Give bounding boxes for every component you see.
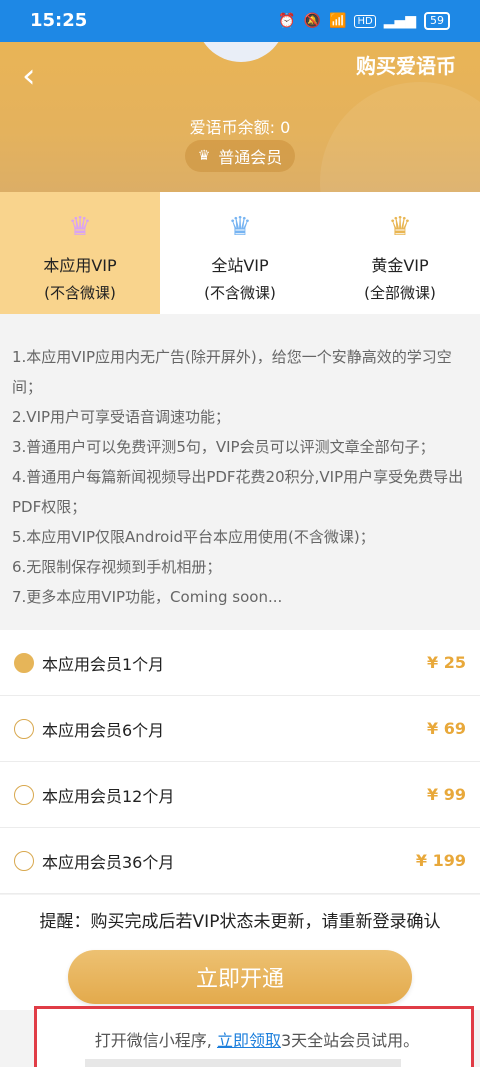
tab-title: 黄金VIP — [371, 256, 429, 275]
crown-pink-icon: ♛ — [68, 212, 92, 242]
plan-name: 本应用会员6个月 — [42, 720, 165, 740]
benefit-item: 4.普通用户每篇新闻视频导出PDF花费20积分,VIP用户享受免费导出PDF权限… — [12, 468, 464, 516]
signal-icon: ▂▄▆ — [383, 13, 416, 29]
tab-gold-vip[interactable]: ♛ 黄金VIP (全部微课) — [320, 192, 480, 314]
status-time: 15:25 — [30, 10, 88, 31]
status-bar: 15:25 ⏰ 🔕 📶 HD ▂▄▆ 59 — [0, 0, 480, 42]
plan-name: 本应用会员12个月 — [42, 786, 175, 806]
tab-site-vip[interactable]: ♛ 全站VIP (不含微课) — [160, 192, 320, 314]
vip-benefits: 1.本应用VIP应用内无广告(除开屏外)，给您一个安静高效的学习空间； 2.VI… — [0, 314, 480, 626]
battery-icon: 59 — [424, 12, 450, 30]
plan-price: ¥ 25 — [427, 653, 466, 672]
tab-subtitle: (不含微课) — [204, 284, 276, 302]
crown-icon: ♛ — [197, 148, 211, 164]
radio-unchecked-icon[interactable] — [14, 718, 34, 739]
bottom-bar — [85, 1059, 401, 1067]
trial-highlight-box: 打开微信小程序, 立即领取3天全站会员试用。 — [34, 1006, 474, 1067]
member-level-badge: ♛ 普通会员 — [185, 140, 295, 172]
hd-icon: HD — [354, 14, 376, 28]
tab-title: 全站VIP — [211, 256, 269, 275]
crown-gold-icon: ♛ — [388, 212, 412, 242]
benefit-item: 3.普通用户可以免费评测5句，VIP会员可以评测文章全部句子； — [12, 438, 435, 456]
buy-coin-button[interactable]: 购买爱语币 — [356, 50, 456, 79]
cta-area: 立即开通 — [0, 940, 480, 1010]
plan-price: ¥ 69 — [427, 719, 466, 738]
plan-price: ¥ 199 — [415, 851, 466, 870]
activate-now-button[interactable]: 立即开通 — [68, 950, 412, 1004]
trial-prefix: 打开微信小程序, — [94, 1031, 217, 1050]
plan-option-1-month[interactable]: 本应用会员1个月 ¥ 25 — [0, 630, 480, 696]
benefit-item: 2.VIP用户可享受语音调速功能； — [12, 408, 231, 426]
plan-list: 本应用会员1个月 ¥ 25 本应用会员6个月 ¥ 69 本应用会员12个月 ¥ … — [0, 630, 480, 894]
claim-now-link[interactable]: 立即领取 — [217, 1031, 281, 1050]
tab-subtitle: (全部微课) — [364, 284, 436, 302]
plan-name: 本应用会员36个月 — [42, 852, 175, 872]
plan-option-36-months[interactable]: 本应用会员36个月 ¥ 199 — [0, 828, 480, 894]
alarm-icon: ⏰ — [278, 13, 296, 29]
trial-text: 打开微信小程序, 立即领取3天全站会员试用。 — [37, 1027, 477, 1051]
benefit-item: 1.本应用VIP应用内无广告(除开屏外)，给您一个安静高效的学习空间； — [12, 348, 452, 396]
status-icons: ⏰ 🔕 📶 HD ▂▄▆ 59 — [278, 12, 450, 30]
benefit-item: 6.无限制保存视频到手机相册； — [12, 558, 222, 576]
member-level-label: 普通会员 — [218, 148, 283, 167]
radio-unchecked-icon[interactable] — [14, 784, 34, 805]
header: ‹ 购买爱语币 爱语币余额: 0 ♛ 普通会员 — [0, 42, 480, 192]
trial-suffix: 3天全站会员试用。 — [281, 1031, 420, 1050]
benefit-item: 5.本应用VIP仅限Android平台本应用使用(不含微课)； — [12, 528, 375, 546]
plan-name: 本应用会员1个月 — [42, 654, 165, 674]
plan-price: ¥ 99 — [427, 785, 466, 804]
plan-option-12-months[interactable]: 本应用会员12个月 ¥ 99 — [0, 762, 480, 828]
tab-app-vip[interactable]: ♛ 本应用VIP (不含微课) — [0, 192, 160, 314]
benefit-item: 7.更多本应用VIP功能，Coming soon... — [12, 588, 283, 606]
vip-tabs: ♛ 本应用VIP (不含微课) ♛ 全站VIP (不含微课) ♛ 黄金VIP (… — [0, 192, 480, 314]
mute-icon: 🔕 — [303, 13, 322, 29]
plan-option-6-months[interactable]: 本应用会员6个月 ¥ 69 — [0, 696, 480, 762]
crown-blue-icon: ♛ — [228, 212, 252, 242]
back-arrow-icon[interactable]: ‹ — [22, 59, 46, 93]
avatar — [196, 42, 286, 62]
radio-checked-icon[interactable] — [14, 652, 34, 673]
tab-subtitle: (不含微课) — [44, 284, 116, 302]
radio-unchecked-icon[interactable] — [14, 850, 34, 871]
wifi-icon: 📶 — [329, 13, 347, 29]
tab-title: 本应用VIP — [43, 256, 117, 275]
coin-balance: 爱语币余额: 0 — [189, 118, 291, 137]
